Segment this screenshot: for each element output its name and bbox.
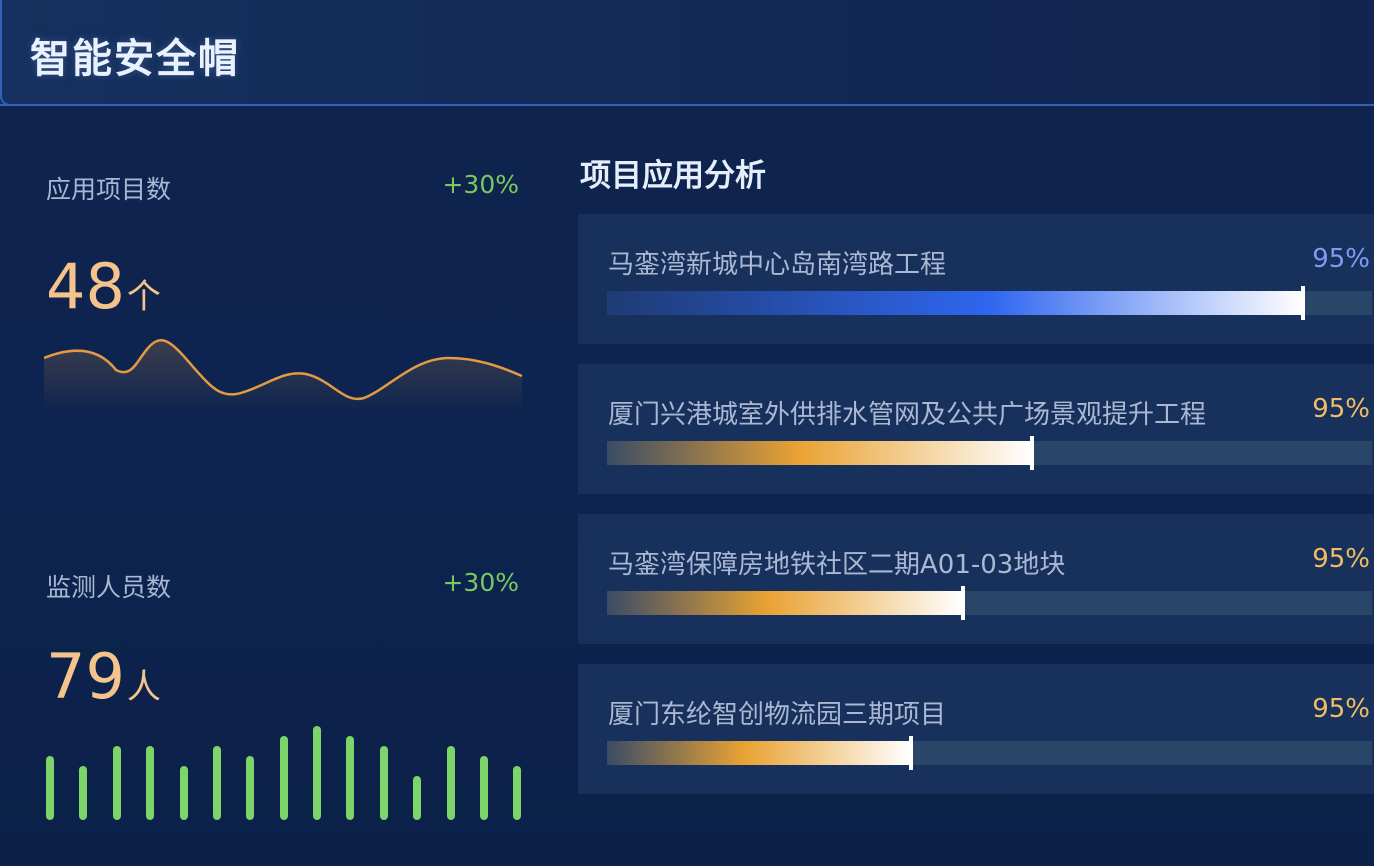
spark-bar [46,756,54,820]
progress-cap [909,736,913,770]
project-name: 马銮湾新城中心岛南湾路工程 [608,250,947,280]
spark-bar [480,756,488,820]
projects-value: 48 [46,250,125,323]
panel-title: 智能安全帽 [30,36,240,82]
project-name: 厦门东纶智创物流园三期项目 [608,700,947,730]
personnel-label: 监测人员数 [46,573,172,602]
spark-bar [313,726,321,820]
progress-track [607,436,1372,470]
progress-fill [607,741,911,765]
spark-bar [180,766,188,820]
spark-bar [146,746,154,820]
project-card: 厦门兴港城室外供排水管网及公共广场景观提升工程 95% [578,364,1374,494]
spark-bar [380,746,388,820]
spark-bar [213,746,221,820]
safety-helmet-dashboard: 智能安全帽 应用项目数 +30% 48个 监测人员数 +30% 79人 项目应用… [0,0,1374,866]
personnel-bar-sparkline [46,726,521,820]
spark-bar [513,766,521,820]
spark-bar [79,766,87,820]
progress-track [607,736,1372,770]
personnel-unit: 人 [126,667,161,707]
project-name: 厦门兴港城室外供排水管网及公共广场景观提升工程 [608,400,1207,430]
personnel-value: 79 [46,640,125,713]
projects-value-wrap: 48个 [46,250,161,323]
analysis-title: 项目应用分析 [580,158,766,194]
personnel-change: +30% [442,568,519,597]
project-card: 马銮湾新城中心岛南湾路工程 95% [578,214,1374,344]
spark-bar [113,746,121,820]
progress-cap [961,586,965,620]
progress-fill [607,591,963,615]
project-percent: 95% [1312,544,1370,574]
projects-label: 应用项目数 [46,175,172,204]
spark-bar [246,756,254,820]
spark-bar [280,736,288,820]
progress-fill [607,441,1032,465]
progress-track [607,286,1372,320]
spark-bar [346,736,354,820]
panel-header: 智能安全帽 [0,0,1374,106]
project-card: 马銮湾保障房地铁社区二期A01-03地块 95% [578,514,1374,644]
project-name: 马銮湾保障房地铁社区二期A01-03地块 [608,550,1066,580]
spark-bar [413,776,421,820]
personnel-value-wrap: 79人 [46,640,161,713]
projects-trend-wave [44,339,523,412]
spark-bar [447,746,455,820]
progress-cap [1030,436,1034,470]
project-card: 厦门东纶智创物流园三期项目 95% [578,664,1374,794]
projects-change: +30% [442,170,519,199]
projects-unit: 个 [126,277,161,317]
progress-fill [607,291,1303,315]
progress-track [607,586,1372,620]
project-percent: 95% [1312,244,1370,274]
progress-cap [1301,286,1305,320]
project-percent: 95% [1312,694,1370,724]
project-percent: 95% [1312,394,1370,424]
